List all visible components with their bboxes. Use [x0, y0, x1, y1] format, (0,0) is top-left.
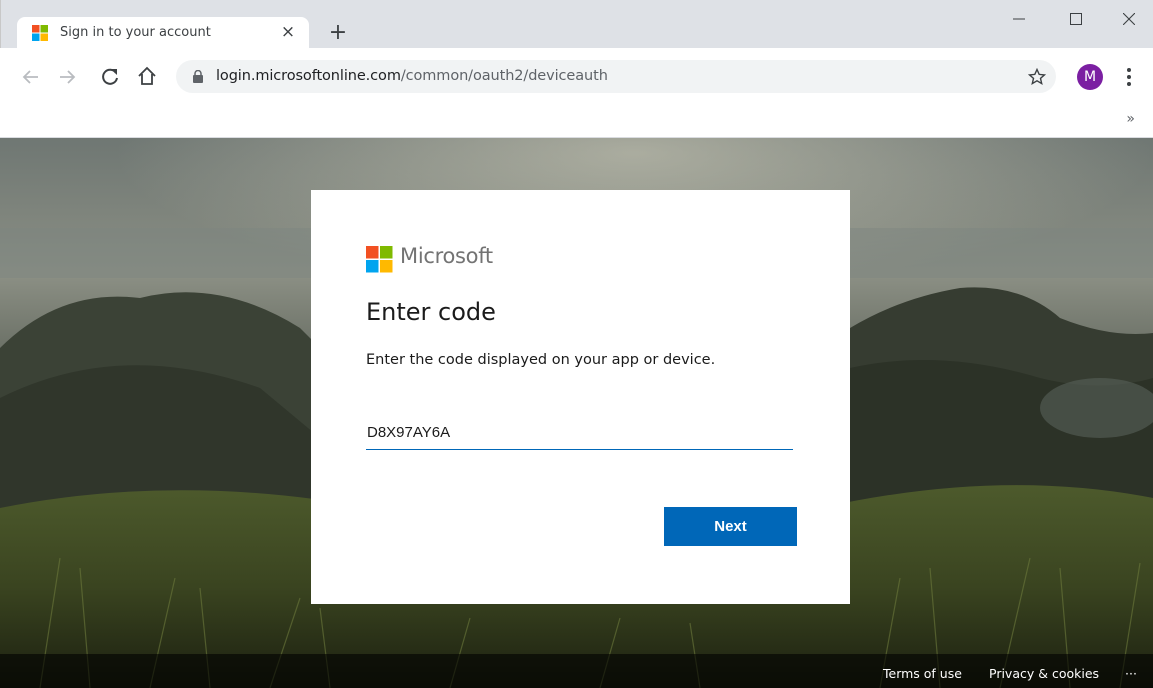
page-footer: Terms of use Privacy & cookies ··· — [0, 654, 1153, 688]
close-window-button[interactable] — [1109, 6, 1149, 32]
minimize-icon — [1013, 18, 1025, 20]
close-icon — [1122, 12, 1136, 26]
code-input[interactable] — [366, 416, 793, 450]
new-tab-button[interactable]: + — [326, 22, 350, 46]
page-title: Enter code — [366, 298, 496, 326]
browser-tab[interactable]: Sign in to your account × — [17, 17, 309, 48]
more-options-button[interactable]: ··· — [1125, 666, 1137, 681]
maximize-icon — [1070, 13, 1082, 25]
microsoft-favicon-icon — [32, 25, 48, 41]
star-icon[interactable] — [1028, 68, 1046, 86]
forward-icon[interactable] — [56, 66, 78, 88]
signin-card: Microsoft Enter code Enter the code disp… — [311, 190, 850, 604]
page-content: Microsoft Enter code Enter the code disp… — [0, 138, 1153, 688]
maximize-button[interactable] — [1056, 6, 1096, 32]
terms-of-use-link[interactable]: Terms of use — [883, 666, 962, 681]
url-text: login.microsoftonline.com/common/oauth2/… — [216, 68, 608, 84]
privacy-cookies-link[interactable]: Privacy & cookies — [989, 666, 1099, 681]
address-bar[interactable]: login.microsoftonline.com/common/oauth2/… — [176, 60, 1056, 93]
tab-close-icon[interactable]: × — [279, 23, 297, 41]
microsoft-logo-icon — [366, 246, 393, 273]
lock-icon[interactable] — [193, 70, 203, 83]
brand-name: Microsoft — [400, 244, 493, 268]
home-icon[interactable] — [136, 65, 158, 87]
url-host: login.microsoftonline.com — [216, 68, 401, 84]
minimize-button[interactable] — [999, 6, 1039, 32]
reload-icon[interactable] — [99, 66, 121, 88]
menu-icon[interactable] — [1124, 65, 1134, 89]
bookmarks-overflow-icon[interactable]: » — [1126, 111, 1135, 127]
back-icon[interactable] — [20, 66, 42, 88]
bookmarks-bar: » — [0, 106, 1153, 138]
instruction-text: Enter the code displayed on your app or … — [366, 352, 716, 368]
next-button[interactable]: Next — [664, 507, 797, 546]
browser-toolbar: login.microsoftonline.com/common/oauth2/… — [0, 48, 1153, 106]
url-path: /common/oauth2/deviceauth — [400, 68, 608, 84]
profile-avatar[interactable]: M — [1077, 64, 1103, 90]
tab-title: Sign in to your account — [60, 25, 211, 40]
